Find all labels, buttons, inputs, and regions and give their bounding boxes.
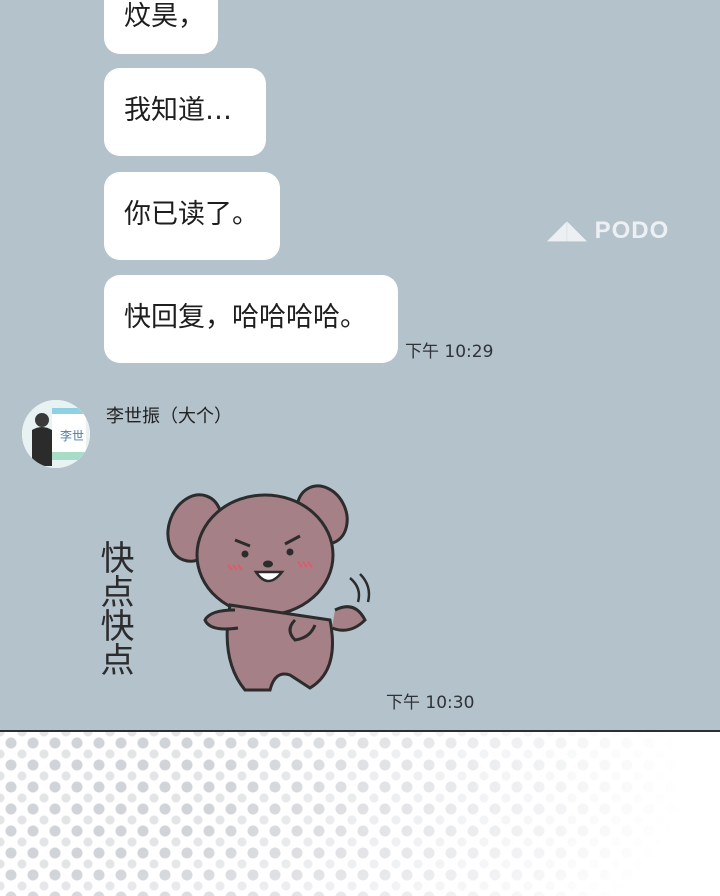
- message-bubble[interactable]: 我知道…: [104, 68, 266, 156]
- message-timestamp: 下午 10:29: [405, 342, 494, 362]
- message-bubble[interactable]: 炆昊，: [104, 0, 218, 54]
- avatar-label: 李世: [60, 428, 84, 443]
- chat-area[interactable]: 炆昊， 我知道… 你已读了。 快回复，哈哈哈哈。 下午 10:29 ◢◣ POD…: [0, 0, 720, 730]
- sticker[interactable]: 快点快点: [94, 470, 380, 700]
- message-bubble[interactable]: 快回复，哈哈哈哈。: [104, 275, 398, 363]
- avatar-image: 李世: [22, 400, 90, 468]
- sender-name: 李世振（大个）: [106, 406, 232, 427]
- message-text: 炆昊，: [124, 1, 205, 32]
- sticker-caption: 快点快点: [100, 540, 134, 676]
- watermark-icon: ◢◣: [548, 217, 595, 244]
- message-text: 我知道…: [124, 95, 232, 126]
- dog-sticker-image: 快点快点: [94, 484, 371, 692]
- decorative-background: [0, 732, 720, 896]
- message-text: 你已读了。: [124, 199, 259, 230]
- message-text: 快回复，哈哈哈哈。: [124, 302, 367, 333]
- message-timestamp: 下午 10:30: [386, 693, 475, 713]
- message-bubble[interactable]: 你已读了。: [104, 172, 280, 260]
- watermark-text: PODO: [594, 217, 670, 244]
- watermark-logo: ◢◣ PODO: [548, 216, 669, 245]
- avatar[interactable]: 李世: [22, 400, 90, 468]
